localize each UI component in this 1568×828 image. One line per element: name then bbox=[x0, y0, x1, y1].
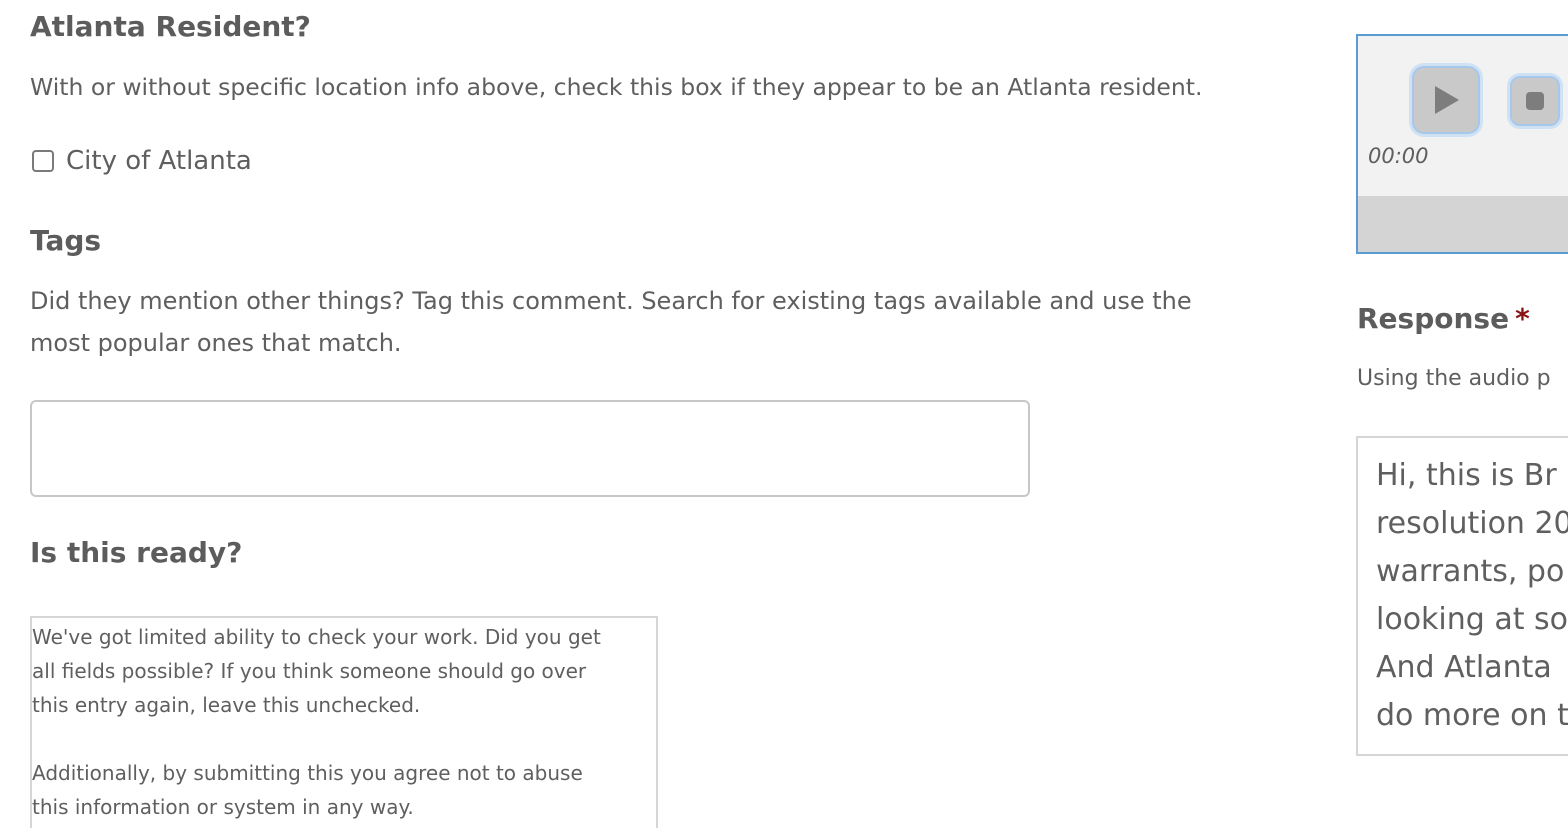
player-progress-bar[interactable] bbox=[1358, 196, 1568, 252]
response-text-line: looking at so bbox=[1376, 602, 1568, 637]
tags-heading: Tags bbox=[30, 224, 102, 257]
response-text-line: warrants, po bbox=[1376, 554, 1565, 589]
playback-time: 00:00 bbox=[1368, 144, 1429, 168]
play-icon bbox=[1435, 86, 1459, 114]
atlanta-resident-description: With or without specific location info a… bbox=[30, 73, 1203, 101]
page: Atlanta Resident? With or without specif… bbox=[0, 0, 1568, 828]
stop-icon bbox=[1526, 92, 1544, 110]
tags-input[interactable] bbox=[30, 400, 1030, 497]
response-textarea[interactable]: Hi, this is Br resolution 20 warrants, p… bbox=[1356, 436, 1568, 756]
response-text-line: Hi, this is Br bbox=[1376, 458, 1557, 493]
city-of-atlanta-checkbox[interactable] bbox=[32, 150, 54, 172]
tags-description-line-2: most popular ones that match. bbox=[30, 329, 402, 357]
city-of-atlanta-checkbox-row[interactable]: City of Atlanta bbox=[32, 146, 252, 176]
city-of-atlanta-label[interactable]: City of Atlanta bbox=[66, 146, 252, 176]
play-button[interactable] bbox=[1412, 66, 1480, 134]
stop-button[interactable] bbox=[1510, 76, 1560, 126]
response-description: Using the audio p bbox=[1357, 366, 1551, 391]
ready-text-line: We've got limited ability to check your … bbox=[32, 625, 601, 649]
ready-text-line: this entry again, leave this unchecked. bbox=[32, 693, 421, 717]
ready-text-line: this information or system in any way. bbox=[32, 795, 414, 819]
atlanta-resident-heading: Atlanta Resident? bbox=[30, 10, 311, 43]
ready-disclaimer-box: We've got limited ability to check your … bbox=[30, 616, 658, 828]
response-heading-label: Response bbox=[1357, 302, 1510, 335]
response-text-line: And Atlanta bbox=[1376, 650, 1552, 685]
ready-text-line: all fields possible? If you think someon… bbox=[32, 659, 587, 683]
audio-player: 00:00 bbox=[1356, 34, 1568, 254]
response-heading: Response * bbox=[1357, 302, 1530, 335]
response-text-line: do more on t bbox=[1376, 698, 1568, 733]
response-text-line: resolution 20 bbox=[1376, 506, 1568, 541]
is-ready-heading: Is this ready? bbox=[30, 536, 243, 569]
ready-text-line: Additionally, by submitting this you agr… bbox=[32, 761, 583, 785]
tags-description-line-1: Did they mention other things? Tag this … bbox=[30, 287, 1192, 315]
required-marker: * bbox=[1515, 302, 1530, 335]
